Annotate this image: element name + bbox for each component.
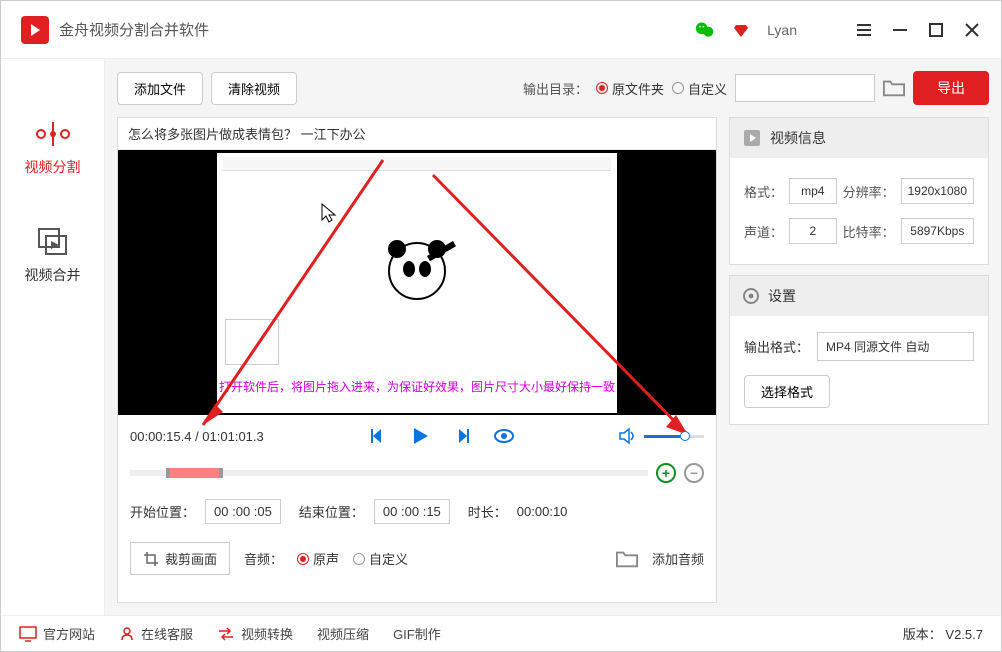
sidebar-item-merge[interactable]: 视频合并 xyxy=(25,227,81,285)
gear-icon xyxy=(742,287,760,305)
output-format-value: MP4 同源文件 自动 xyxy=(817,332,974,361)
add-audio-label[interactable]: 添加音频 xyxy=(652,549,704,568)
radio-original-folder[interactable]: 原文件夹 xyxy=(596,79,664,98)
gem-icon xyxy=(733,22,749,38)
add-audio-folder-icon[interactable] xyxy=(616,549,638,569)
sidebar: 视频分割 视频合并 xyxy=(1,59,105,615)
titlebar: 金舟视频分割合并软件 Lyan xyxy=(1,1,1001,59)
export-button[interactable]: 导出 xyxy=(913,71,989,105)
remove-segment-button[interactable]: − xyxy=(684,463,704,483)
start-hour[interactable]: 00 :00 :05 xyxy=(205,499,281,524)
volume-icon[interactable] xyxy=(618,426,638,446)
preview-button[interactable] xyxy=(493,425,515,447)
top-controls: 添加文件 清除视频 输出目录： 原文件夹 自定义 导出 xyxy=(117,71,989,105)
status-convert[interactable]: 视频转换 xyxy=(217,624,293,643)
maximize-icon[interactable] xyxy=(927,21,945,39)
user-name: Lyan xyxy=(767,22,797,38)
settings-panel: 设置 输出格式： MP4 同源文件 自动 选择格式 xyxy=(729,275,989,425)
radio-audio-custom[interactable]: 自定义 xyxy=(353,549,408,568)
sidebar-label-merge: 视频合并 xyxy=(25,265,81,285)
close-icon[interactable] xyxy=(963,21,981,39)
start-label: 开始位置： xyxy=(130,502,195,521)
status-website[interactable]: 官方网站 xyxy=(19,624,95,643)
time-display: 00:00:15.4 / 01:01:01.3 xyxy=(130,429,264,444)
add-file-button[interactable]: 添加文件 xyxy=(117,72,203,105)
audio-label: 音频： xyxy=(244,549,283,568)
settings-header: 设置 xyxy=(768,286,796,306)
choose-format-button[interactable]: 选择格式 xyxy=(744,375,830,408)
version-label: 版本： V2.5.7 xyxy=(903,624,983,643)
info-format: mp4 xyxy=(789,178,837,204)
next-frame-button[interactable] xyxy=(451,425,473,447)
video-title: 怎么将多张图片做成表情包？ 一江下办公 xyxy=(118,118,716,150)
crop-button[interactable]: 裁剪画面 xyxy=(130,542,230,575)
left-panel: 怎么将多张图片做成表情包？ 一江下办公 打开软件后，将图片拖入进来，为保证好效果… xyxy=(117,117,717,603)
video-preview[interactable]: 打开软件后，将图片拖入进来，为保证好效果，图片尺寸大小最好保持一致 xyxy=(118,150,716,415)
out-dir-label: 输出目录： xyxy=(523,79,588,98)
radio-audio-original[interactable]: 原声 xyxy=(297,549,339,568)
statusbar: 官方网站 在线客服 视频转换 视频压缩 GIF制作 版本： V2.5.7 xyxy=(1,615,1001,651)
status-compress[interactable]: 视频压缩 xyxy=(317,624,369,643)
radio-custom-folder[interactable]: 自定义 xyxy=(672,79,727,98)
wechat-icon[interactable] xyxy=(695,20,715,40)
volume-slider[interactable] xyxy=(644,435,704,438)
clear-button[interactable]: 清除视频 xyxy=(211,72,297,105)
video-subtitle: 打开软件后，将图片拖入进来，为保证好效果，图片尺寸大小最好保持一致 xyxy=(217,378,617,395)
play-button[interactable] xyxy=(409,425,431,447)
info-header: 视频信息 xyxy=(770,128,826,148)
status-support[interactable]: 在线客服 xyxy=(119,624,193,643)
add-segment-button[interactable]: + xyxy=(656,463,676,483)
info-bitrate: 5897Kbps xyxy=(901,218,974,244)
end-label: 结束位置： xyxy=(299,502,364,521)
info-resolution: 1920x1080 xyxy=(901,178,974,204)
end-hour[interactable]: 00 :00 :15 xyxy=(374,499,450,524)
app-title: 金舟视频分割合并软件 xyxy=(59,19,695,40)
range-selector[interactable] xyxy=(130,470,648,476)
folder-icon[interactable] xyxy=(883,78,905,98)
info-channel: 2 xyxy=(789,218,837,244)
frame-content xyxy=(377,231,457,311)
duration-value: 00:00:10 xyxy=(517,504,568,519)
info-panel: 视频信息 格式： mp4 分辨率： 1920x1080 声道： 2 比特率： 5… xyxy=(729,117,989,265)
sidebar-item-split[interactable]: 视频分割 xyxy=(25,119,81,177)
menu-icon[interactable] xyxy=(855,21,873,39)
app-logo xyxy=(21,16,49,44)
sidebar-label-split: 视频分割 xyxy=(25,157,81,177)
status-gif[interactable]: GIF制作 xyxy=(393,624,441,643)
duration-label: 时长： xyxy=(468,502,507,521)
minimize-icon[interactable] xyxy=(891,21,909,39)
prev-frame-button[interactable] xyxy=(367,425,389,447)
cursor-icon xyxy=(320,202,338,224)
output-path-input[interactable] xyxy=(735,74,875,102)
